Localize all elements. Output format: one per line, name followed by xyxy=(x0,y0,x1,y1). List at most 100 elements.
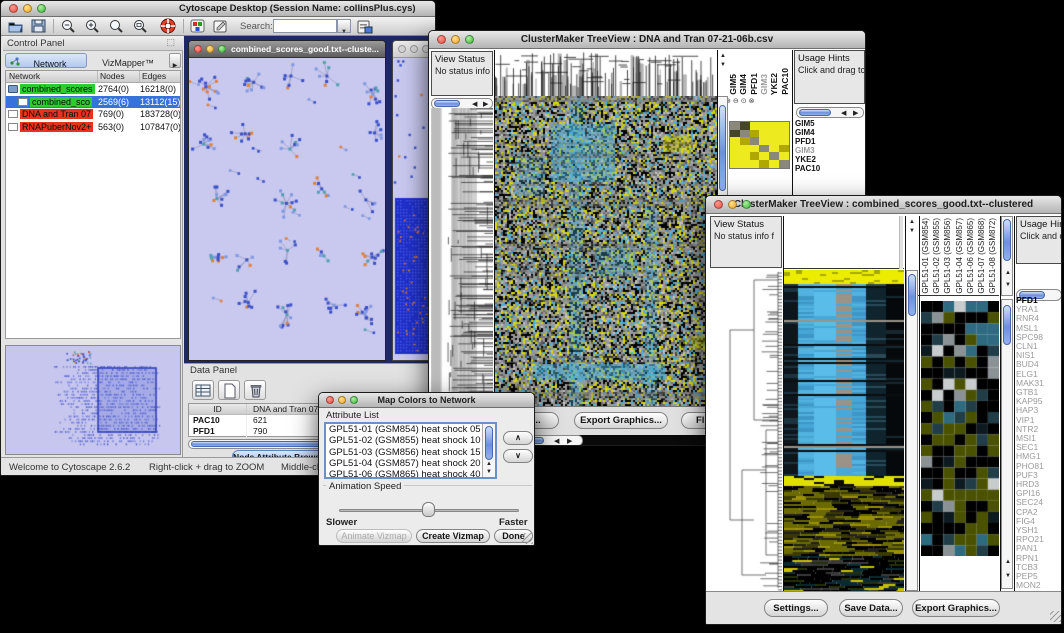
zoom-window-icon[interactable] xyxy=(350,396,358,404)
row-dendrogram[interactable] xyxy=(708,270,782,591)
close-icon[interactable] xyxy=(326,396,334,404)
attribute-list-item[interactable]: GPL51-02 (GSM855) heat shock 10 min xyxy=(326,435,482,446)
gene-label[interactable]: PHO81 xyxy=(1016,462,1062,471)
move-up-button[interactable]: ∧ xyxy=(503,431,533,445)
gene-label[interactable]: BUD4 xyxy=(1016,360,1062,369)
close-icon[interactable] xyxy=(398,45,406,53)
gene-label[interactable]: HAP3 xyxy=(1016,406,1062,415)
attribute-list-scrollbar[interactable]: ▲ ▼ xyxy=(482,424,495,477)
zoomed-heatmap[interactable] xyxy=(729,121,790,169)
global-heatmap[interactable] xyxy=(784,270,904,591)
array-label[interactable]: GPL51-03 (GSM856) xyxy=(943,218,952,294)
array-labels-vscrollbar[interactable]: ▲ ▼ xyxy=(1001,216,1013,296)
close-icon[interactable] xyxy=(9,4,18,13)
tab-overflow-button[interactable]: ▶ xyxy=(169,53,181,68)
gene-label[interactable]: PUF3 xyxy=(1016,471,1062,480)
array-label[interactable]: GPL51-04 (GSM857) xyxy=(955,218,964,294)
export-graphics-button[interactable]: Export Graphics... xyxy=(912,599,1000,617)
gene-label[interactable]: TCB3 xyxy=(1016,563,1062,572)
move-down-button[interactable]: ∨ xyxy=(503,449,533,463)
scroll-left-icon[interactable]: ◀ xyxy=(554,437,559,445)
gene-label[interactable]: PFD1 xyxy=(1016,296,1062,305)
resize-grip[interactable] xyxy=(1050,611,1061,622)
attribute-list-item[interactable]: GPL51-01 (GSM854) heat shock 05 min xyxy=(326,424,482,435)
minimize-icon[interactable] xyxy=(23,4,32,13)
heatmap-vscrollbar[interactable] xyxy=(906,270,918,591)
gene-label[interactable]: MSL1 xyxy=(1016,324,1062,333)
gene-label[interactable]: HMG1 xyxy=(1016,452,1062,461)
column-label[interactable]: GIM5 xyxy=(728,74,738,95)
close-icon[interactable] xyxy=(437,35,446,44)
network-list-row[interactable]: combined_scores2764(0)16218(0) xyxy=(6,83,180,96)
global-heatmap[interactable] xyxy=(495,96,717,406)
minimize-icon[interactable] xyxy=(338,396,346,404)
scroll-right-icon[interactable]: ▶ xyxy=(853,109,858,118)
attribute-list-item[interactable]: GPL51-03 (GSM856) heat shock 15 min xyxy=(326,447,482,458)
birdseye-canvas[interactable] xyxy=(6,346,180,454)
gene-label[interactable]: MSI1 xyxy=(1016,434,1062,443)
zoom-window-icon[interactable] xyxy=(218,45,226,53)
data-col-id[interactable]: ID xyxy=(189,404,247,414)
minimize-icon[interactable] xyxy=(410,45,418,53)
gene-label[interactable]: RPO21 xyxy=(1016,535,1062,544)
gene-label[interactable]: GIM3 xyxy=(795,146,864,155)
search-dropdown-button[interactable]: ▼ xyxy=(337,19,351,33)
tab-vizmapper[interactable]: VizMapper™ xyxy=(89,53,167,68)
trash-icon[interactable] xyxy=(244,380,266,400)
scroll-down-icon[interactable]: ▼ xyxy=(1005,281,1011,290)
row-dendrogram[interactable] xyxy=(431,108,493,406)
minimize-icon[interactable] xyxy=(206,45,214,53)
gene-label[interactable]: NIS1 xyxy=(1016,351,1062,360)
gene-label[interactable]: RPN1 xyxy=(1016,554,1062,563)
gene-label[interactable]: FIG4 xyxy=(1016,517,1062,526)
scroll-down-icon[interactable]: ▼ xyxy=(1005,572,1011,581)
zoom-window-icon[interactable] xyxy=(465,35,474,44)
attribute-list[interactable]: GPL51-01 (GSM854) heat shock 05 minGPL51… xyxy=(324,422,497,479)
gene-label[interactable]: VIP1 xyxy=(1016,416,1062,425)
gene-label[interactable]: KAP95 xyxy=(1016,397,1062,406)
gene-label[interactable]: PAC10 xyxy=(795,164,864,173)
scroll-down-icon[interactable]: ▼ xyxy=(909,227,915,236)
float-panel-icon[interactable]: ⬚ xyxy=(166,37,175,48)
gene-label[interactable]: HRD3 xyxy=(1016,480,1062,489)
col-header-nodes[interactable]: Nodes xyxy=(98,71,140,82)
main-title-bar[interactable]: Cytoscape Desktop (Session Name: collins… xyxy=(1,1,435,17)
network-list-row[interactable]: DNA and Tran 07769(0)183728(0) xyxy=(6,108,180,121)
network-window[interactable]: combined_scores_good.txt--cluste... xyxy=(188,40,386,361)
array-label[interactable]: GPL51-06 (GSM865) xyxy=(966,218,975,294)
array-label[interactable]: GPL51-07 (GSM868) xyxy=(977,218,986,294)
animate-vizmap-button[interactable]: Animate Vizmap xyxy=(336,529,412,543)
table-icon[interactable] xyxy=(192,380,214,400)
attribute-list-item[interactable]: GPL51-06 (GSM865) heat shock 40 min xyxy=(326,469,482,479)
gene-label[interactable]: GIM4 xyxy=(795,128,864,137)
create-vizmap-button[interactable]: Create Vizmap xyxy=(416,529,490,543)
settings-button[interactable]: Settings... xyxy=(764,599,828,617)
gene-list-scrollbar[interactable]: ▲ ▼ xyxy=(1001,299,1013,589)
scroll-up-icon[interactable]: ▲ xyxy=(909,218,915,227)
minimize-icon[interactable] xyxy=(728,200,737,209)
close-icon[interactable] xyxy=(194,45,202,53)
birdseye-view[interactable] xyxy=(5,345,181,455)
col-header-edges[interactable]: Edges xyxy=(140,71,180,82)
node-attribute-browser-tab[interactable]: Node Attribute Browser xyxy=(232,450,324,457)
gene-label[interactable]: GTB1 xyxy=(1016,388,1062,397)
scroll-left-icon[interactable]: ◀ xyxy=(841,109,846,118)
array-label[interactable]: GPL51-02 (GSM855) xyxy=(932,218,941,294)
network-list-row[interactable]: RNAPuberNov2+563(0)107847(0) xyxy=(6,121,180,134)
scroll-down-icon[interactable]: ▼ xyxy=(486,468,492,477)
search-input[interactable] xyxy=(273,19,337,33)
column-label[interactable]: PAC10 xyxy=(780,68,790,95)
scroll-up-icon[interactable]: ▲ xyxy=(1005,269,1011,278)
treeview-zoom-icons[interactable]: ⊕⊖⊙⊗ xyxy=(725,97,787,107)
scroll-up-icon[interactable]: ▲ xyxy=(1005,558,1011,567)
gene-label[interactable]: MON2 xyxy=(1016,581,1062,590)
attribute-list-item[interactable]: GPL51-04 (GSM857) heat shock 20 min xyxy=(326,458,482,469)
gene-label[interactable]: SPC98 xyxy=(1016,333,1062,342)
column-label[interactable]: YKE2 xyxy=(769,73,779,95)
column-dendrogram[interactable] xyxy=(784,216,904,269)
array-label[interactable]: GPL51-08 (GSM872) xyxy=(988,218,997,294)
tab-network[interactable]: Network xyxy=(5,53,87,68)
resize-grip[interactable] xyxy=(522,533,533,544)
gene-label[interactable]: SEC1 xyxy=(1016,443,1062,452)
gene-label[interactable]: PAN1 xyxy=(1016,544,1062,553)
